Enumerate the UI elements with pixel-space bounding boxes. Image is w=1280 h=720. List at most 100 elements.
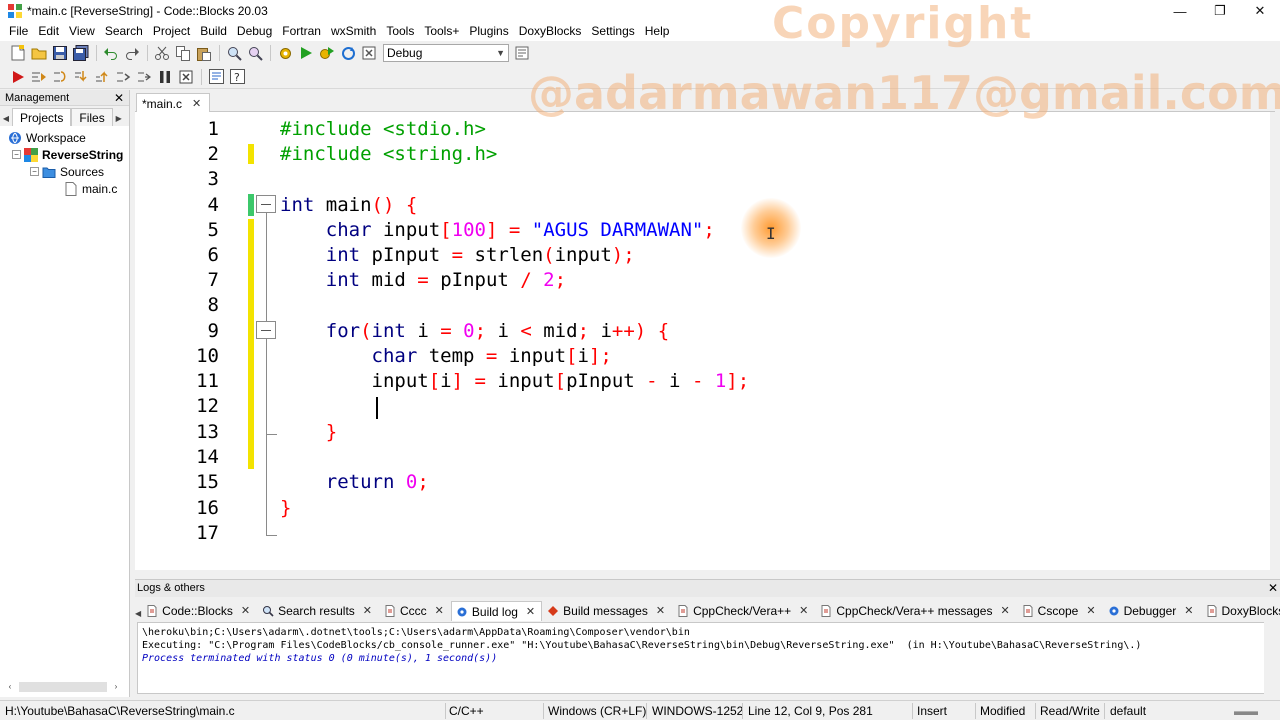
menu-doxyblocks[interactable]: DoxyBlocks bbox=[514, 22, 587, 41]
show-select-target-icon[interactable] bbox=[512, 43, 532, 63]
tab-scroll-right-icon[interactable]: ▶ bbox=[113, 112, 125, 126]
debugging-windows-icon[interactable] bbox=[206, 67, 226, 87]
copy-icon[interactable] bbox=[173, 43, 193, 63]
codeblocks-logo-icon bbox=[8, 4, 22, 18]
menu-settings[interactable]: Settings bbox=[586, 22, 639, 41]
editor-tab-main-c[interactable]: *main.c ✕ bbox=[136, 93, 211, 113]
tab-projects[interactable]: Projects bbox=[12, 108, 72, 126]
management-close-icon[interactable]: ✕ bbox=[114, 90, 124, 106]
various-info-icon[interactable]: ? bbox=[227, 67, 247, 87]
close-tab-icon[interactable]: ✕ bbox=[363, 601, 372, 621]
build-target-select[interactable]: Debug ▼ bbox=[383, 44, 509, 62]
step-out-icon[interactable] bbox=[92, 67, 112, 87]
abort-icon[interactable] bbox=[359, 43, 379, 63]
menu-tools[interactable]: Tools bbox=[381, 22, 419, 41]
close-tab-icon[interactable]: ✕ bbox=[526, 602, 535, 622]
close-tab-icon[interactable]: ✕ bbox=[1184, 601, 1193, 621]
close-tab-icon[interactable]: ✕ bbox=[435, 601, 444, 621]
cut-icon[interactable] bbox=[152, 43, 172, 63]
menu-debug[interactable]: Debug bbox=[232, 22, 277, 41]
build-log-output[interactable]: \heroku\bin;C:\Users\adarm\.dotnet\tools… bbox=[137, 622, 1278, 694]
open-folder-icon[interactable] bbox=[29, 43, 49, 63]
menu-project[interactable]: Project bbox=[148, 22, 195, 41]
close-tab-icon[interactable]: ✕ bbox=[192, 95, 201, 113]
menu-file[interactable]: File bbox=[4, 22, 33, 41]
collapse-icon[interactable]: − bbox=[12, 150, 21, 159]
menu-view[interactable]: View bbox=[64, 22, 100, 41]
tab-debugger[interactable]: Debugger ✕ bbox=[1103, 601, 1201, 621]
menu-plugins[interactable]: Plugins bbox=[464, 22, 513, 41]
scroll-right-icon[interactable]: › bbox=[110, 680, 122, 694]
logs-vscrollbar[interactable] bbox=[1264, 622, 1278, 694]
menu-tools-plus[interactable]: Tools+ bbox=[419, 22, 464, 41]
close-tab-icon[interactable]: ✕ bbox=[241, 601, 250, 621]
scroll-track[interactable] bbox=[19, 682, 107, 692]
menu-build[interactable]: Build bbox=[195, 22, 232, 41]
svg-text:?: ? bbox=[234, 71, 240, 84]
close-tab-icon[interactable]: ✕ bbox=[799, 601, 808, 621]
collapse-icon[interactable]: − bbox=[30, 167, 39, 176]
tree-item-project[interactable]: − ReverseString bbox=[0, 146, 129, 163]
undo-icon[interactable] bbox=[101, 43, 121, 63]
tab-codeblocks-log[interactable]: Code::Blocks ✕ bbox=[141, 601, 257, 621]
paste-icon[interactable] bbox=[194, 43, 214, 63]
menu-search[interactable]: Search bbox=[100, 22, 148, 41]
fold-collapse-icon[interactable] bbox=[256, 321, 276, 339]
tree-item-sources[interactable]: − Sources bbox=[0, 163, 129, 180]
menu-edit[interactable]: Edit bbox=[33, 22, 64, 41]
editor-vscrollbar[interactable] bbox=[1270, 112, 1275, 570]
save-all-icon[interactable] bbox=[71, 43, 91, 63]
tab-cppcheck-messages[interactable]: CppCheck/Vera++ messages ✕ bbox=[815, 601, 1016, 621]
logs-close-icon[interactable]: ✕ bbox=[1268, 580, 1278, 597]
stop-debugger-icon[interactable] bbox=[176, 67, 196, 87]
tab-search-results[interactable]: Search results ✕ bbox=[257, 601, 379, 621]
build-icon[interactable] bbox=[275, 43, 295, 63]
run-icon[interactable] bbox=[296, 43, 316, 63]
step-into-instruction-icon[interactable] bbox=[134, 67, 154, 87]
close-button[interactable]: ✕ bbox=[1240, 0, 1280, 22]
tab-scroll-left-icon[interactable]: ◀ bbox=[0, 112, 12, 126]
management-hscrollbar[interactable]: ‹ › bbox=[4, 681, 122, 693]
menu-help[interactable]: Help bbox=[640, 22, 675, 41]
close-tab-icon[interactable]: ✕ bbox=[1000, 601, 1009, 621]
tab-cscope[interactable]: Cscope ✕ bbox=[1017, 601, 1103, 621]
tab-doxyblocks[interactable]: DoxyBlocks ✕ bbox=[1201, 601, 1280, 621]
next-instruction-icon[interactable] bbox=[113, 67, 133, 87]
break-debugger-icon[interactable] bbox=[155, 67, 175, 87]
tab-cccc[interactable]: Cccc ✕ bbox=[379, 601, 451, 621]
menu-wxsmith[interactable]: wxSmith bbox=[326, 22, 381, 41]
close-tab-icon[interactable]: ✕ bbox=[656, 601, 665, 621]
folder-icon bbox=[42, 167, 56, 178]
find-icon[interactable] bbox=[224, 43, 244, 63]
tree-item-main-c[interactable]: main.c bbox=[0, 180, 129, 197]
scroll-left-icon[interactable]: ‹ bbox=[4, 680, 16, 694]
step-into-icon[interactable] bbox=[71, 67, 91, 87]
rebuild-icon[interactable] bbox=[338, 43, 358, 63]
new-file-icon[interactable] bbox=[8, 43, 28, 63]
fold-collapse-icon[interactable] bbox=[256, 195, 276, 213]
run-to-cursor-icon[interactable] bbox=[29, 67, 49, 87]
document-icon bbox=[1023, 605, 1033, 617]
tab-build-messages[interactable]: Build messages ✕ bbox=[542, 601, 672, 621]
tab-files[interactable]: Files bbox=[71, 108, 113, 126]
debug-continue-icon[interactable] bbox=[8, 67, 28, 87]
main-toolbar: Debug ▼ bbox=[0, 41, 1280, 65]
toolbar-separator bbox=[96, 45, 97, 61]
resize-grip-icon[interactable]: ▬▬ bbox=[1234, 701, 1258, 720]
line-number: 7 bbox=[207, 269, 219, 291]
diamond-icon bbox=[548, 606, 559, 616]
log-line: \heroku\bin;C:\Users\adarm\.dotnet\tools… bbox=[142, 627, 690, 638]
tree-item-workspace[interactable]: Workspace bbox=[0, 129, 129, 146]
replace-icon[interactable] bbox=[245, 43, 265, 63]
tab-build-log[interactable]: Build log ✕ bbox=[450, 601, 543, 622]
tab-cppcheck[interactable]: CppCheck/Vera++ ✕ bbox=[672, 601, 815, 621]
menu-fortran[interactable]: Fortran bbox=[277, 22, 326, 41]
next-line-icon[interactable] bbox=[50, 67, 70, 87]
code-editor[interactable]: 1 2 3 4 5 6 7 8 9 10 11 12 13 14 15 16 1… bbox=[135, 112, 1275, 570]
redo-icon[interactable] bbox=[122, 43, 142, 63]
build-and-run-icon[interactable] bbox=[317, 43, 337, 63]
close-tab-icon[interactable]: ✕ bbox=[1086, 601, 1095, 621]
maximize-button[interactable]: ❐ bbox=[1200, 0, 1240, 22]
save-icon[interactable] bbox=[50, 43, 70, 63]
minimize-button[interactable]: — bbox=[1160, 0, 1200, 22]
